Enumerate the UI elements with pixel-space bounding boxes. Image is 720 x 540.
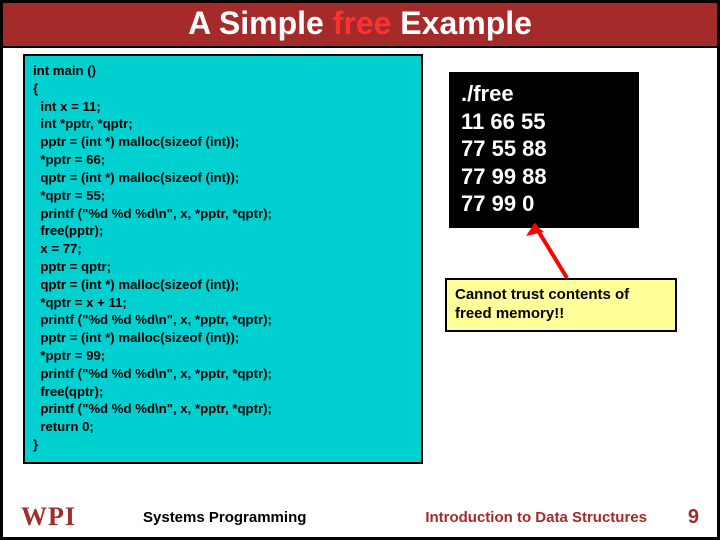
slide-title: A Simple free Example [3, 3, 717, 48]
program-output: ./free 11 66 55 77 55 88 77 99 88 77 99 … [449, 72, 639, 228]
page-number: 9 [688, 506, 699, 529]
title-post: Example [391, 5, 532, 41]
code-listing: int main () { int x = 11; int *pptr, *qp… [23, 54, 423, 464]
footer-right-text: Introduction to Data Structures [425, 509, 647, 526]
slide-content: int main () { int x = 11; int *pptr, *qp… [3, 48, 717, 498]
title-highlight: free [333, 5, 392, 41]
footer-center-text: Systems Programming [143, 509, 306, 526]
arrow-icon [522, 218, 582, 280]
logo-text: WPI [21, 502, 76, 531]
title-pre: A Simple [188, 5, 333, 41]
slide-footer: WPI Systems Programming Introduction to … [3, 497, 717, 537]
logo: WPI [21, 502, 76, 532]
warning-callout: Cannot trust contents of freed memory!! [445, 278, 677, 332]
